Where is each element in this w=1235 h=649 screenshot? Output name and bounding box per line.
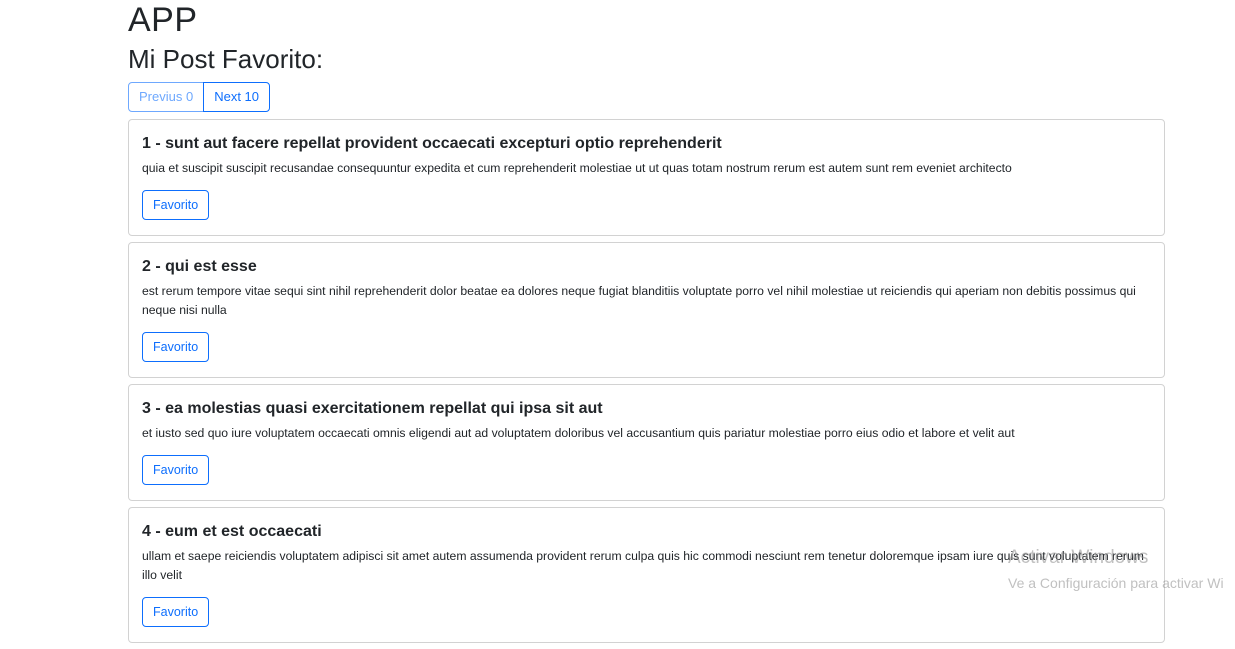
post-title: 4 - eum et est occaecati bbox=[142, 523, 322, 540]
next-button[interactable]: Next 10 bbox=[203, 82, 271, 112]
previous-button[interactable]: Previus 0 bbox=[128, 82, 205, 112]
post-title: 2 - qui est esse bbox=[142, 258, 257, 275]
post-list: 1 - sunt aut facere repellat provident o… bbox=[128, 119, 1165, 643]
post-card: 2 - qui est esse est rerum tempore vitae… bbox=[128, 242, 1165, 378]
favorite-button[interactable]: Favorito bbox=[142, 190, 210, 220]
post-body: quia et suscipit suscipit recusandae con… bbox=[142, 161, 1012, 175]
post-title: 1 - sunt aut facere repellat provident o… bbox=[142, 135, 722, 152]
post-title: 3 - ea molestias quasi exercitationem re… bbox=[142, 400, 603, 417]
app-title: APP bbox=[128, 1, 198, 39]
page-subtitle: Mi Post Favorito: bbox=[128, 44, 324, 74]
post-body: et iusto sed quo iure voluptatem occaeca… bbox=[142, 426, 1015, 440]
post-card: 3 - ea molestias quasi exercitationem re… bbox=[128, 384, 1165, 501]
post-body: est rerum tempore vitae sequi sint nihil… bbox=[142, 284, 1136, 317]
pagination: Previus 0 Next 10 bbox=[128, 82, 1165, 112]
app-container: APP Mi Post Favorito: Previus 0 Next 10 … bbox=[128, 0, 1165, 649]
favorite-button[interactable]: Favorito bbox=[142, 332, 210, 362]
favorite-button[interactable]: Favorito bbox=[142, 455, 210, 485]
post-body: ullam et saepe reiciendis voluptatem adi… bbox=[142, 549, 1144, 582]
post-card: 1 - sunt aut facere repellat provident o… bbox=[128, 119, 1165, 236]
